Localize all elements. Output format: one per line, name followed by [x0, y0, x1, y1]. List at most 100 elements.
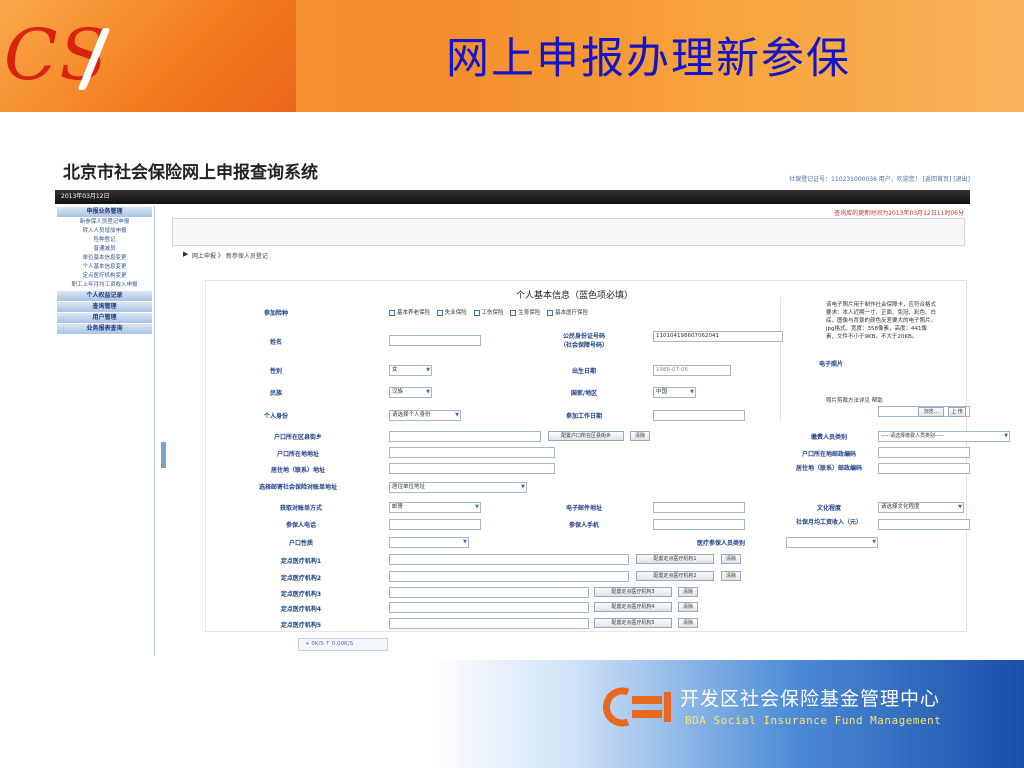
birth-input[interactable]: 1986-07-06: [653, 365, 731, 376]
checkbox-label: 生育保险: [518, 310, 541, 316]
nav-item[interactable]: 定点医疗机构变更: [55, 272, 154, 281]
hukou-address-input[interactable]: [389, 447, 555, 458]
nav-section-head[interactable]: 业务报表查询: [57, 324, 152, 334]
residence-input[interactable]: [389, 463, 555, 474]
medical-config-button[interactable]: 配置定点医疗机构2: [636, 571, 714, 581]
app-screenshot: 北京市社会保险网上申报查询系统 社保登记证号：110231000036 用户，欢…: [55, 152, 1010, 660]
email-input[interactable]: [653, 502, 745, 513]
nav-item[interactable]: 新参保人员登记申报: [55, 218, 154, 227]
nav-item[interactable]: 职工上年月均工资收入申报: [55, 281, 154, 290]
photo-help[interactable]: 照片剪裁方法详见 帮助: [826, 397, 936, 405]
nav-item[interactable]: 转入人员增加申报: [55, 227, 154, 236]
clear-button[interactable]: 清除: [678, 587, 698, 597]
checkbox[interactable]: [547, 309, 554, 316]
medical-type-label: 医疗参保人员类别: [696, 540, 745, 547]
medical-label: 定点医疗机构2: [280, 575, 322, 582]
nation-select[interactable]: 汉族: [389, 387, 432, 398]
checkbox-label: 基本养老保险: [397, 310, 431, 316]
medical-label: 定点医疗机构5: [280, 622, 322, 629]
statement-method-select[interactable]: 邮寄: [389, 502, 481, 513]
hukou-district-label: 户口所在区县街乡: [273, 434, 322, 441]
checkbox[interactable]: [436, 309, 443, 316]
clear-button[interactable]: 清除: [678, 618, 698, 628]
mail-address-label: 选择邮寄社会保险对账单地址: [258, 484, 337, 491]
salary-label: 社保月均工资收入（元）: [795, 519, 862, 526]
medical-input[interactable]: [389, 602, 589, 613]
hukou-config-button[interactable]: 配置户口所在区县街乡: [548, 431, 624, 441]
id-label: 公民身份证号码 （社会保障号码）: [559, 333, 608, 349]
hukou-zip-input[interactable]: [878, 447, 970, 458]
nav-section-head[interactable]: 申报业务管理: [57, 207, 152, 217]
checkbox[interactable]: [389, 309, 395, 316]
update-notice: 查询库的更新时间为2013年03月12日11时06分: [834, 210, 964, 217]
payer-type-label: 缴费人员类别: [810, 434, 847, 441]
slide-title: 网上申报办理新参保: [446, 34, 851, 84]
hukou-nature-select[interactable]: [389, 537, 469, 548]
medical-config-button[interactable]: 配置定点医疗机构4: [594, 602, 672, 612]
info-box: [172, 218, 965, 246]
hukou-nature-label: 户口性质: [288, 540, 313, 547]
nav-collapse-handle[interactable]: [161, 442, 166, 468]
insurance-checkboxes: 基本养老保险 失业保险 工伤保险 生育保险 基本医疗保险: [384, 308, 588, 316]
mail-address-select[interactable]: 居住单位地址: [389, 482, 527, 493]
medical-input[interactable]: [389, 554, 629, 565]
user-bar[interactable]: 社保登记证号：110231000036 用户，欢迎您！ [返回首页] [退出]: [789, 174, 970, 183]
checkbox-label: 失业保险: [444, 310, 467, 316]
medical-label: 定点医疗机构1: [280, 558, 322, 565]
system-title: 北京市社会保险网上申报查询系统: [63, 163, 318, 183]
residence-zip-input[interactable]: [878, 463, 970, 474]
nav-section-head[interactable]: 个人权益记录: [57, 291, 152, 301]
name-label: 姓名: [269, 339, 282, 346]
statement-method-label: 获取对账单方式: [279, 505, 322, 512]
medical-input[interactable]: [389, 587, 589, 598]
photo-label: 电子照片: [818, 361, 843, 368]
phone-input[interactable]: [389, 519, 481, 530]
nav-item[interactable]: 普通减员: [55, 245, 154, 254]
logo-box: CS: [0, 0, 296, 112]
gender-label: 性别: [269, 368, 282, 375]
personal-info-form: 个人基本信息（蓝色项必填） 参加险种 基本养老保险 失业保险 工伤保险 生育保险…: [205, 280, 1010, 632]
breadcrumb: 网上申报 》 新参保人员登记: [192, 253, 268, 260]
id-input[interactable]: 110104198607062041: [653, 331, 783, 342]
nav-item[interactable]: 单位基本信息变更: [55, 254, 154, 263]
checkbox[interactable]: [510, 309, 517, 316]
divider: [780, 297, 781, 421]
education-select[interactable]: 请选择文化程度: [878, 502, 964, 513]
medical-input[interactable]: [389, 571, 629, 582]
nav-section-head[interactable]: 用户管理: [57, 313, 152, 323]
identity-select[interactable]: 请选择个人身份: [389, 410, 461, 421]
name-input[interactable]: [389, 335, 481, 346]
mobile-input[interactable]: [653, 519, 745, 530]
clear-button[interactable]: 清除: [630, 431, 650, 441]
residence-zip-label: 居住地（联系）邮政编码: [795, 465, 862, 472]
hukou-address-label: 户口所在地地址: [276, 451, 319, 458]
date-strip: 2013年03月12日: [55, 190, 970, 204]
salary-input[interactable]: [878, 519, 970, 530]
checkbox[interactable]: [473, 309, 480, 316]
work-date-label: 参加工作日期: [565, 413, 602, 420]
checkbox-label: 基本医疗保险: [555, 310, 589, 316]
medical-type-select[interactable]: [786, 537, 878, 548]
gender-select[interactable]: 女: [389, 365, 432, 376]
country-select[interactable]: 中国: [653, 387, 696, 398]
clear-button[interactable]: 清除: [721, 554, 741, 564]
medical-config-button[interactable]: 配置定点医疗机构1: [636, 554, 714, 564]
medical-input[interactable]: [389, 618, 589, 629]
clear-button[interactable]: 清除: [721, 571, 741, 581]
browse-button[interactable]: 浏览...: [918, 407, 944, 417]
nav-section-head[interactable]: 查询管理: [57, 302, 152, 312]
medical-config-button[interactable]: 配置定点医疗机构3: [594, 587, 672, 597]
center-name-en: BDA Social Insurance Fund Management: [685, 714, 942, 727]
upload-button[interactable]: 上 传: [948, 407, 966, 417]
nav-item[interactable]: 个人基本信息变更: [55, 263, 154, 272]
breadcrumb-arrow-icon: ▶: [183, 250, 189, 258]
nav-item[interactable]: 险种登记: [55, 236, 154, 245]
work-date-input[interactable]: [653, 410, 745, 421]
mobile-label: 参保人手机: [568, 522, 599, 529]
medical-config-button[interactable]: 配置定点医疗机构5: [594, 618, 672, 628]
nation-label: 民族: [269, 390, 282, 397]
clear-button[interactable]: 清除: [678, 602, 698, 612]
payer-type-select[interactable]: -----请选择缴费人员类别-----: [878, 431, 1010, 442]
csi-logo-icon: [603, 687, 671, 727]
hukou-district-input[interactable]: [389, 431, 541, 442]
